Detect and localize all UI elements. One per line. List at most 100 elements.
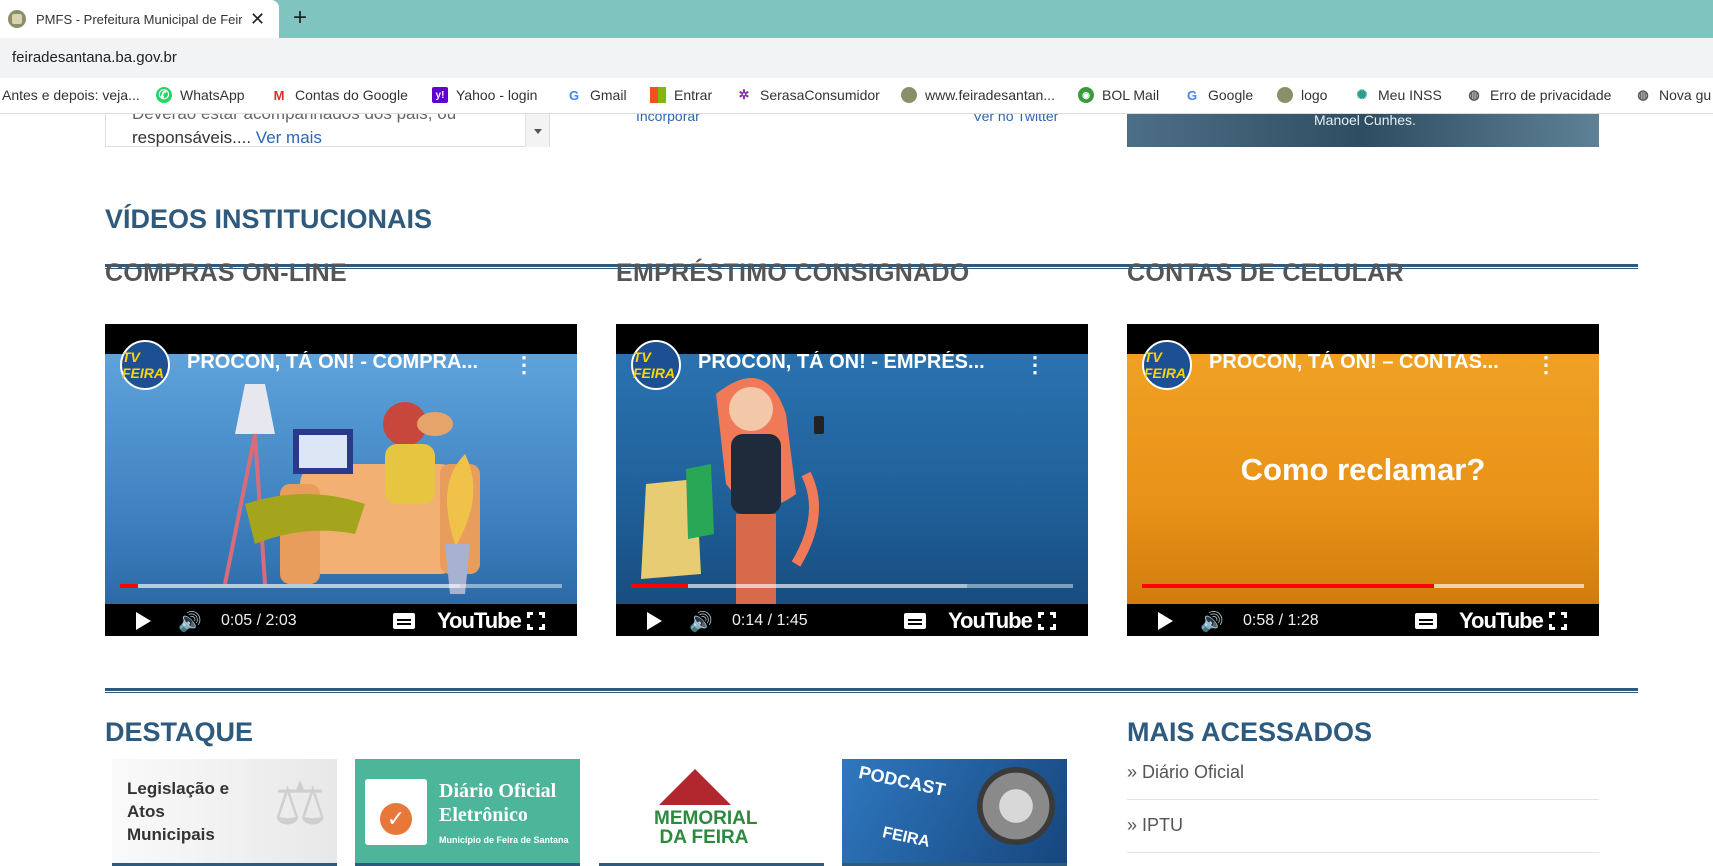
news-image[interactable]: Manoel Cunhes.: [1127, 114, 1599, 147]
card-text: PODCAST: [856, 762, 948, 800]
memorial-logo-icon: [659, 769, 731, 805]
mais-acessados-item[interactable]: » IPTU: [1127, 815, 1183, 836]
bookmark-label: www.feiradesantan...: [925, 87, 1055, 103]
bookmark-item[interactable]: ◉ BOL Mail: [1078, 87, 1159, 103]
video-progress-bar[interactable]: [120, 584, 562, 588]
destaque-card-diario-oficial[interactable]: ✓ Diário Oficial Eletrônico Município de…: [355, 759, 580, 866]
video-title[interactable]: PROCON, TÁ ON! - COMPRA...: [187, 351, 517, 374]
serasa-icon: ✲: [738, 87, 750, 102]
bookmark-label: Antes e depois: veja...: [2, 87, 140, 103]
more-options-icon[interactable]: ⋮: [1024, 352, 1046, 378]
bookmark-item[interactable]: logo: [1277, 87, 1327, 103]
card-text: Legislação e Atos Municipais: [127, 779, 230, 844]
youtube-logo[interactable]: YouTube: [437, 608, 522, 634]
bookmark-label: Gmail: [590, 87, 627, 103]
video-top-bar: [105, 324, 577, 354]
bookmark-label: Entrar: [674, 87, 713, 103]
bookmark-item[interactable]: G Google: [1184, 87, 1253, 103]
fullscreen-icon[interactable]: [1548, 611, 1568, 631]
browser-tab[interactable]: PMFS - Prefeitura Municipal de Feira de …: [0, 0, 279, 38]
news-excerpt-panel: Deverão estar acompanhados dos pais, ou …: [105, 114, 550, 147]
scales-icon: ⚖: [273, 770, 327, 837]
volume-icon[interactable]: 🔊: [178, 610, 202, 634]
bookmark-label: logo: [1301, 87, 1328, 103]
progress-played: [1142, 584, 1434, 588]
channel-logo-icon[interactable]: TV FEIRA: [631, 340, 681, 390]
play-icon[interactable]: [647, 612, 662, 630]
incorporar-link[interactable]: Incorporar: [636, 114, 700, 124]
globe-icon: ◍: [1468, 87, 1480, 102]
bookmark-item[interactable]: Entrar: [650, 87, 712, 103]
bookmark-label: Contas do Google: [295, 87, 408, 103]
destaque-card-memorial[interactable]: MEMORIAL DA FEIRA: [599, 759, 824, 866]
volume-icon[interactable]: 🔊: [1200, 610, 1224, 634]
video-player[interactable]: Como reclamar? TV FEIRA PROCON, TÁ ON! –…: [1127, 324, 1599, 636]
more-options-icon[interactable]: ⋮: [1535, 352, 1557, 378]
channel-logo-icon[interactable]: TV FEIRA: [120, 340, 170, 390]
video-title[interactable]: PROCON, TÁ ON! – CONTAS...: [1209, 351, 1539, 374]
volume-icon[interactable]: 🔊: [689, 610, 713, 634]
panel-scrollbar[interactable]: [525, 114, 549, 147]
destaque-card-legislacao[interactable]: Legislação e Atos Municipais ⚖: [112, 759, 337, 866]
inss-icon: ✺: [1356, 87, 1368, 102]
list-divider: [1127, 799, 1599, 800]
video-heading: COMPRAS ON-LINE: [105, 259, 347, 287]
ver-no-twitter-link[interactable]: Ver no Twitter: [973, 114, 1058, 124]
bookmark-item[interactable]: ◍ Nova gu: [1635, 87, 1711, 103]
video-time: 0:58 / 1:28: [1243, 612, 1319, 629]
play-icon[interactable]: [1158, 612, 1173, 630]
page-content: Deverão estar acompanhados dos pais, ou …: [0, 114, 1713, 866]
address-bar[interactable]: feiradesantana.ba.gov.br: [0, 38, 1713, 78]
video-progress-bar[interactable]: [631, 584, 1073, 588]
site-favicon-icon: [901, 87, 917, 103]
bookmark-label: Erro de privacidade: [1490, 87, 1612, 103]
captions-icon[interactable]: [1415, 613, 1437, 629]
video-time: 0:14 / 1:45: [732, 612, 808, 629]
captions-icon[interactable]: [904, 613, 926, 629]
video-player[interactable]: TV FEIRA PROCON, TÁ ON! - COMPRA... ⋮ 🔊 …: [105, 324, 577, 636]
bookmark-label: BOL Mail: [1102, 87, 1160, 103]
video-title[interactable]: PROCON, TÁ ON! - EMPRÉS...: [698, 351, 1028, 374]
progress-played: [120, 584, 138, 588]
bookmark-label: Nova gu: [1659, 87, 1712, 103]
card-subtext: FEIRA: [880, 824, 932, 851]
card-subtext: Município de Feira de Santana: [439, 835, 569, 845]
new-tab-icon[interactable]: +: [293, 4, 307, 32]
bookmark-item[interactable]: M Contas do Google: [271, 87, 408, 103]
channel-logo-icon[interactable]: TV FEIRA: [1142, 340, 1192, 390]
destaque-card-podcast[interactable]: PODCAST FEIRA: [842, 759, 1067, 866]
thumbnail-illustration: [641, 378, 824, 604]
bookmark-item[interactable]: ✆ WhatsApp: [156, 87, 245, 103]
yahoo-icon: y!: [432, 87, 448, 103]
bookmark-item[interactable]: y! Yahoo - login: [432, 87, 537, 103]
youtube-logo[interactable]: YouTube: [948, 608, 1033, 634]
bol-icon: ◉: [1078, 87, 1094, 103]
bookmark-label: Google: [1208, 87, 1254, 103]
bookmark-item[interactable]: G Gmail: [566, 87, 627, 103]
card-text: MEMORIAL DA FEIRA: [654, 808, 758, 848]
fullscreen-icon[interactable]: [526, 611, 546, 631]
captions-icon[interactable]: [393, 613, 415, 629]
bookmark-item[interactable]: ✺ Meu INSS: [1354, 87, 1442, 103]
bookmark-item[interactable]: www.feiradesantan...: [901, 87, 1055, 103]
video-top-bar: [1127, 324, 1599, 354]
bookmark-item[interactable]: ◍ Erro de privacidade: [1466, 87, 1611, 103]
mais-acessados-item[interactable]: » Diário Oficial: [1127, 762, 1244, 783]
video-progress-bar[interactable]: [1142, 584, 1584, 588]
video-time: 0:05 / 2:03: [221, 612, 297, 629]
fullscreen-icon[interactable]: [1037, 611, 1057, 631]
play-icon[interactable]: [136, 612, 151, 630]
list-divider: [1127, 852, 1599, 853]
ver-mais-link[interactable]: Ver mais: [256, 128, 322, 147]
bookmark-label: Yahoo - login: [456, 87, 538, 103]
more-options-icon[interactable]: ⋮: [513, 352, 535, 378]
youtube-logo[interactable]: YouTube: [1459, 608, 1544, 634]
video-player[interactable]: TV FEIRA PROCON, TÁ ON! - EMPRÉS... ⋮ 🔊 …: [616, 324, 1088, 636]
bookmark-item[interactable]: Antes e depois: veja...: [2, 87, 140, 103]
destaque-heading: DESTAQUE: [105, 717, 254, 747]
whatsapp-icon: ✆: [156, 87, 172, 103]
bookmark-item[interactable]: ✲ SerasaConsumidor: [736, 87, 880, 103]
close-tab-icon[interactable]: ✕: [250, 9, 265, 30]
excerpt-text: responsáveis....: [132, 128, 252, 147]
video-overlay-text: Como reclamar?: [1240, 452, 1486, 487]
